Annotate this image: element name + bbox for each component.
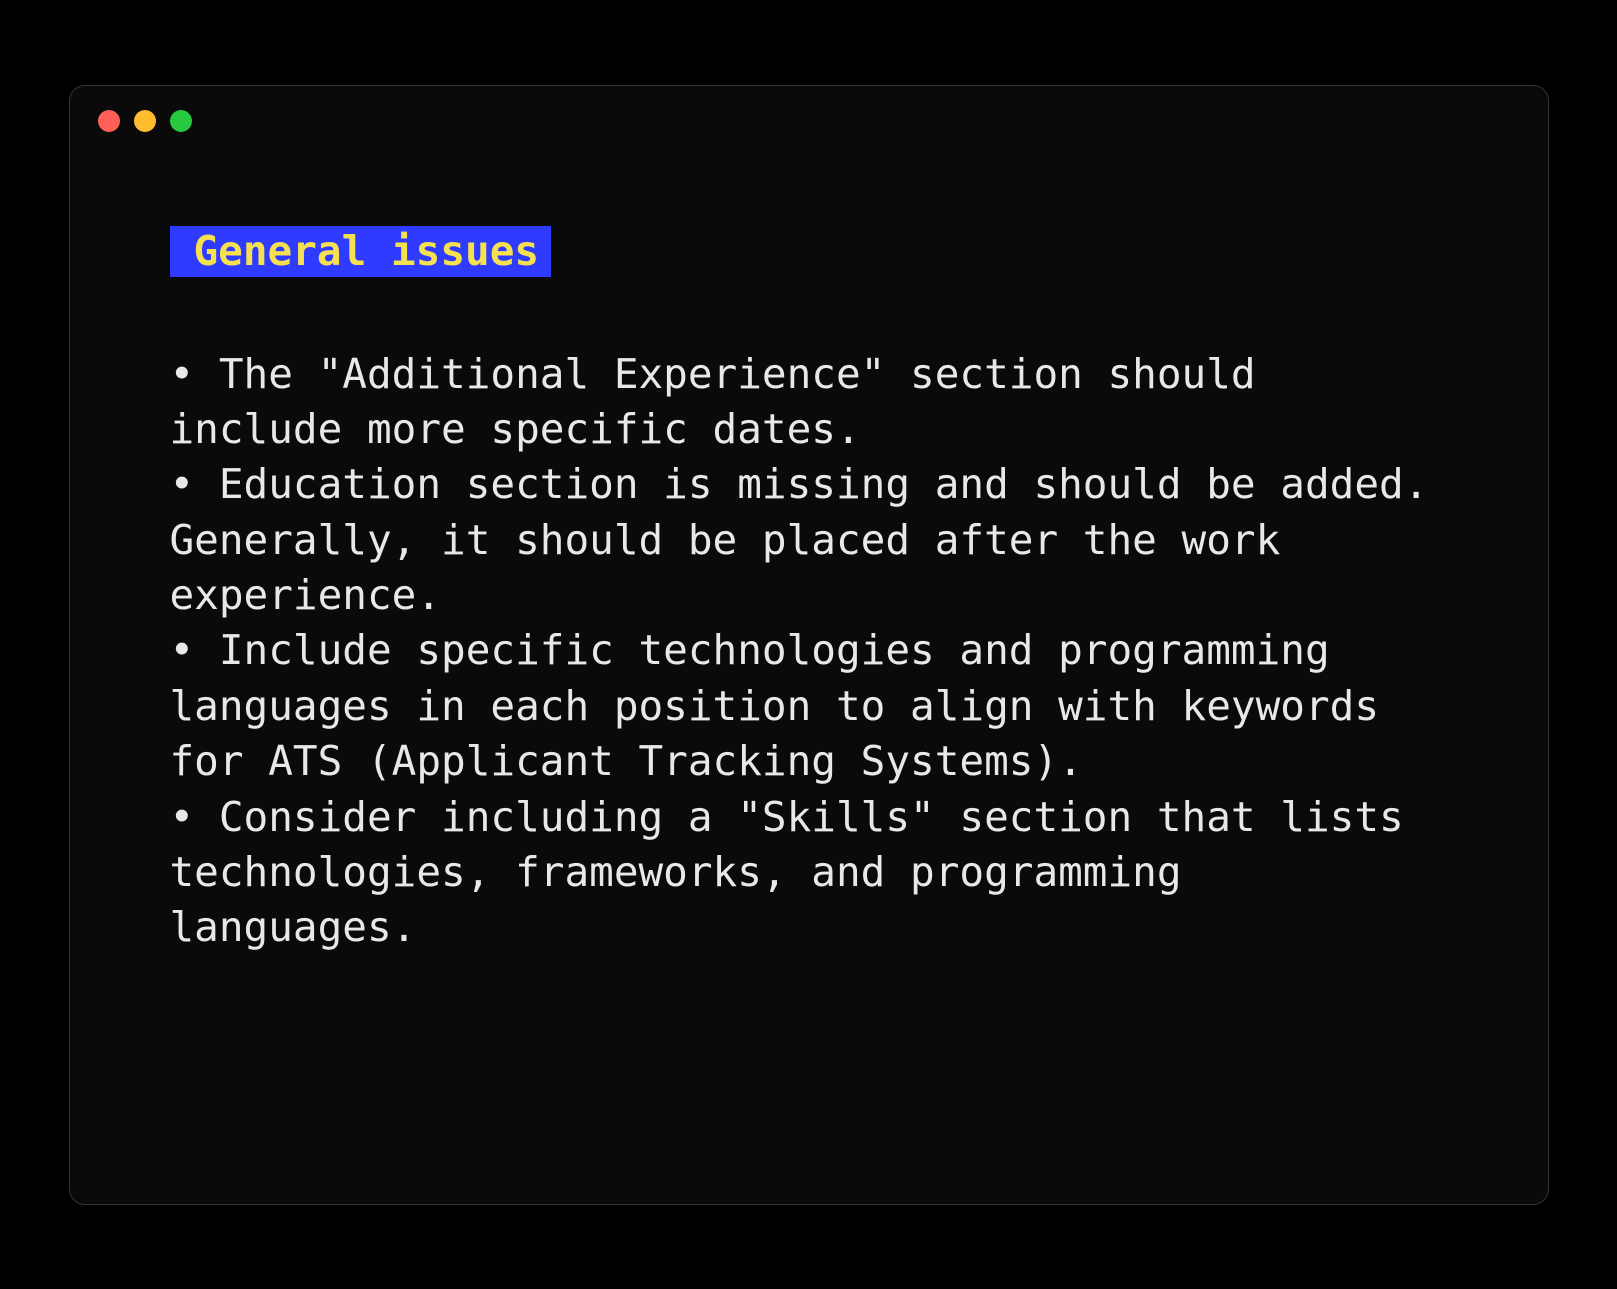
terminal-window: General issues • The "Additional Experie… [69,85,1549,1205]
list-item: • Consider including a "Skills" section … [170,790,1448,956]
bullet-list: • The "Additional Experience" section sh… [170,347,1448,956]
list-item: • Education section is missing and shoul… [170,457,1448,623]
section-heading: General issues [170,226,552,277]
list-item: • The "Additional Experience" section sh… [170,347,1448,458]
minimize-icon[interactable] [134,110,156,132]
maximize-icon[interactable] [170,110,192,132]
content-area: General issues • The "Additional Experie… [70,156,1548,1016]
close-icon[interactable] [98,110,120,132]
window-titlebar [70,86,1548,156]
list-item: • Include specific technologies and prog… [170,623,1448,789]
